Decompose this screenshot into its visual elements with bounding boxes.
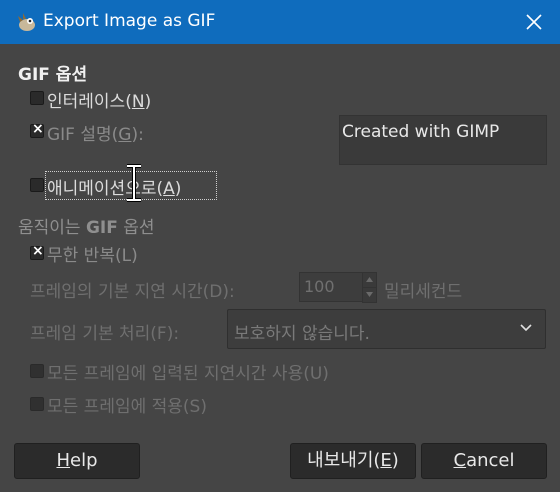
frame-disposal-label: 프레임 기본 처리(F): [30, 324, 180, 344]
loop-forever-checkbox[interactable] [30, 243, 44, 260]
animated-options-heading: 움직이는 GIF 옵션 [18, 218, 155, 238]
chevron-down-icon [366, 292, 373, 297]
use-disposal-checkbox[interactable] [30, 397, 44, 411]
default-delay-label: 프레임의 기본 지연 시간(D): [30, 282, 235, 302]
use-disposal-label[interactable]: 모든 프레임에 적용(S) [47, 392, 207, 417]
close-icon [526, 14, 542, 30]
use-delay-label[interactable]: 모든 프레임에 입력된 지연시간 사용(U) [47, 359, 329, 384]
gif-options-heading: GIF 옵션 [18, 65, 88, 85]
title-bar: Export Image as GIF [0, 0, 560, 44]
text-cursor-icon [127, 164, 141, 202]
gif-comment-checkbox[interactable] [30, 121, 44, 138]
cancel-button[interactable]: Cancel [421, 443, 547, 479]
help-button[interactable]: Help [14, 443, 140, 479]
default-delay-input[interactable]: 100 [299, 272, 363, 302]
gif-comment-field[interactable]: Created with GIMP [339, 115, 547, 165]
delay-unit-label: 밀리세컨드 [384, 282, 463, 302]
delay-decrement-button[interactable] [362, 287, 377, 303]
export-button[interactable]: 내보내기(E) [290, 443, 416, 479]
use-delay-checkbox[interactable] [30, 364, 44, 378]
window-title: Export Image as GIF [43, 11, 216, 31]
chevron-up-icon [366, 277, 373, 282]
frame-disposal-select[interactable]: 보호하지 않습니다. [227, 309, 546, 349]
as-animation-label[interactable]: 애니메이션으로(A) [47, 174, 181, 199]
loop-forever-label[interactable]: 무한 반복(L) [47, 241, 138, 266]
delay-stepper[interactable] [362, 272, 377, 303]
interlace-label[interactable]: 인터레이스(N) [47, 87, 151, 112]
interlace-checkbox[interactable] [30, 91, 44, 105]
chevron-down-icon [520, 324, 532, 332]
gimp-wilber-icon [18, 13, 35, 31]
delay-increment-button[interactable] [362, 272, 377, 288]
as-animation-checkbox[interactable] [30, 178, 44, 192]
gif-comment-label[interactable]: GIF 설명(G): [47, 120, 144, 145]
close-button[interactable] [512, 0, 556, 44]
